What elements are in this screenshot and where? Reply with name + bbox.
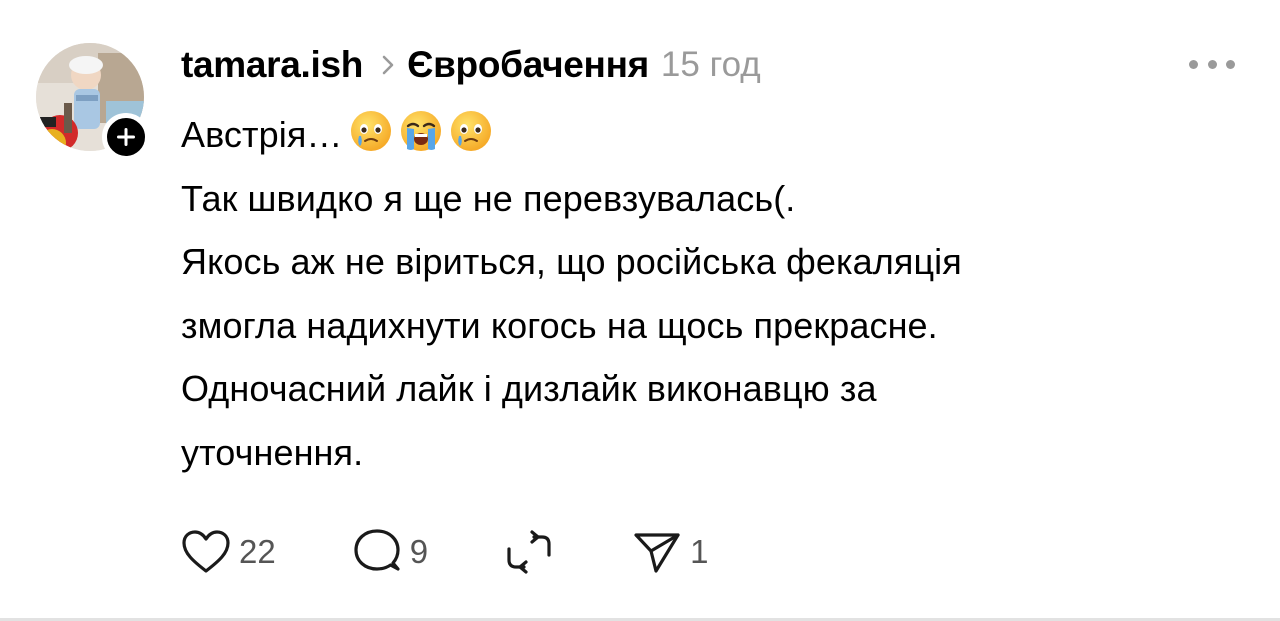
chevron-right-icon: [381, 54, 395, 76]
post-text-line: Так швидко я ще не перевзувалась(.: [181, 177, 796, 219]
like-count: 22: [239, 533, 276, 570]
follow-button[interactable]: [102, 113, 150, 161]
post-text-line: Одночасний лайк і дизлайк виконавцю за: [181, 368, 877, 409]
community-name[interactable]: Євробачення: [407, 44, 649, 86]
post-header: tamara.ish Євробачення 15 год: [181, 40, 761, 90]
reply-count: 9: [409, 533, 429, 570]
username[interactable]: tamara.ish: [181, 44, 363, 86]
timestamp: 15 год: [660, 45, 761, 84]
thread-post: tamara.ish Євробачення 15 год Австрія… Т…: [0, 0, 1280, 618]
action-bar: 22 9 1: [181, 526, 764, 578]
face-holding-back-tears-emoji-icon: [450, 111, 491, 151]
post-text-line: Австрія…: [181, 103, 1241, 167]
post-text-segment: Австрія…: [181, 114, 343, 155]
heart-icon: [182, 530, 230, 573]
more-horizontal-icon: [1189, 59, 1198, 69]
more-dot: [1207, 59, 1217, 69]
share-button[interactable]: 1: [632, 529, 708, 575]
share-count: 1: [690, 533, 709, 570]
send-icon: [634, 533, 680, 573]
like-button[interactable]: 22: [181, 529, 276, 575]
more-options-button[interactable]: [1189, 52, 1235, 76]
repost-button[interactable]: [504, 529, 554, 575]
post-text: Австрія… Так швидко я ще не перевзувалас…: [181, 103, 1241, 484]
loudly-crying-face-emoji-icon: [400, 111, 441, 151]
post-text-line: уточнення.: [181, 431, 364, 473]
more-dot: [1226, 59, 1235, 69]
face-holding-back-tears-emoji-icon: [350, 111, 391, 151]
plus-icon: [117, 128, 135, 146]
repost-icon: [507, 530, 551, 574]
post-text-line: Якось аж не віриться, що російська фекал…: [181, 241, 962, 282]
post-text-line: змогла надихнути когось на щось прекрасн…: [181, 304, 938, 346]
comment-icon: [354, 529, 400, 571]
reply-button[interactable]: 9: [352, 528, 428, 576]
